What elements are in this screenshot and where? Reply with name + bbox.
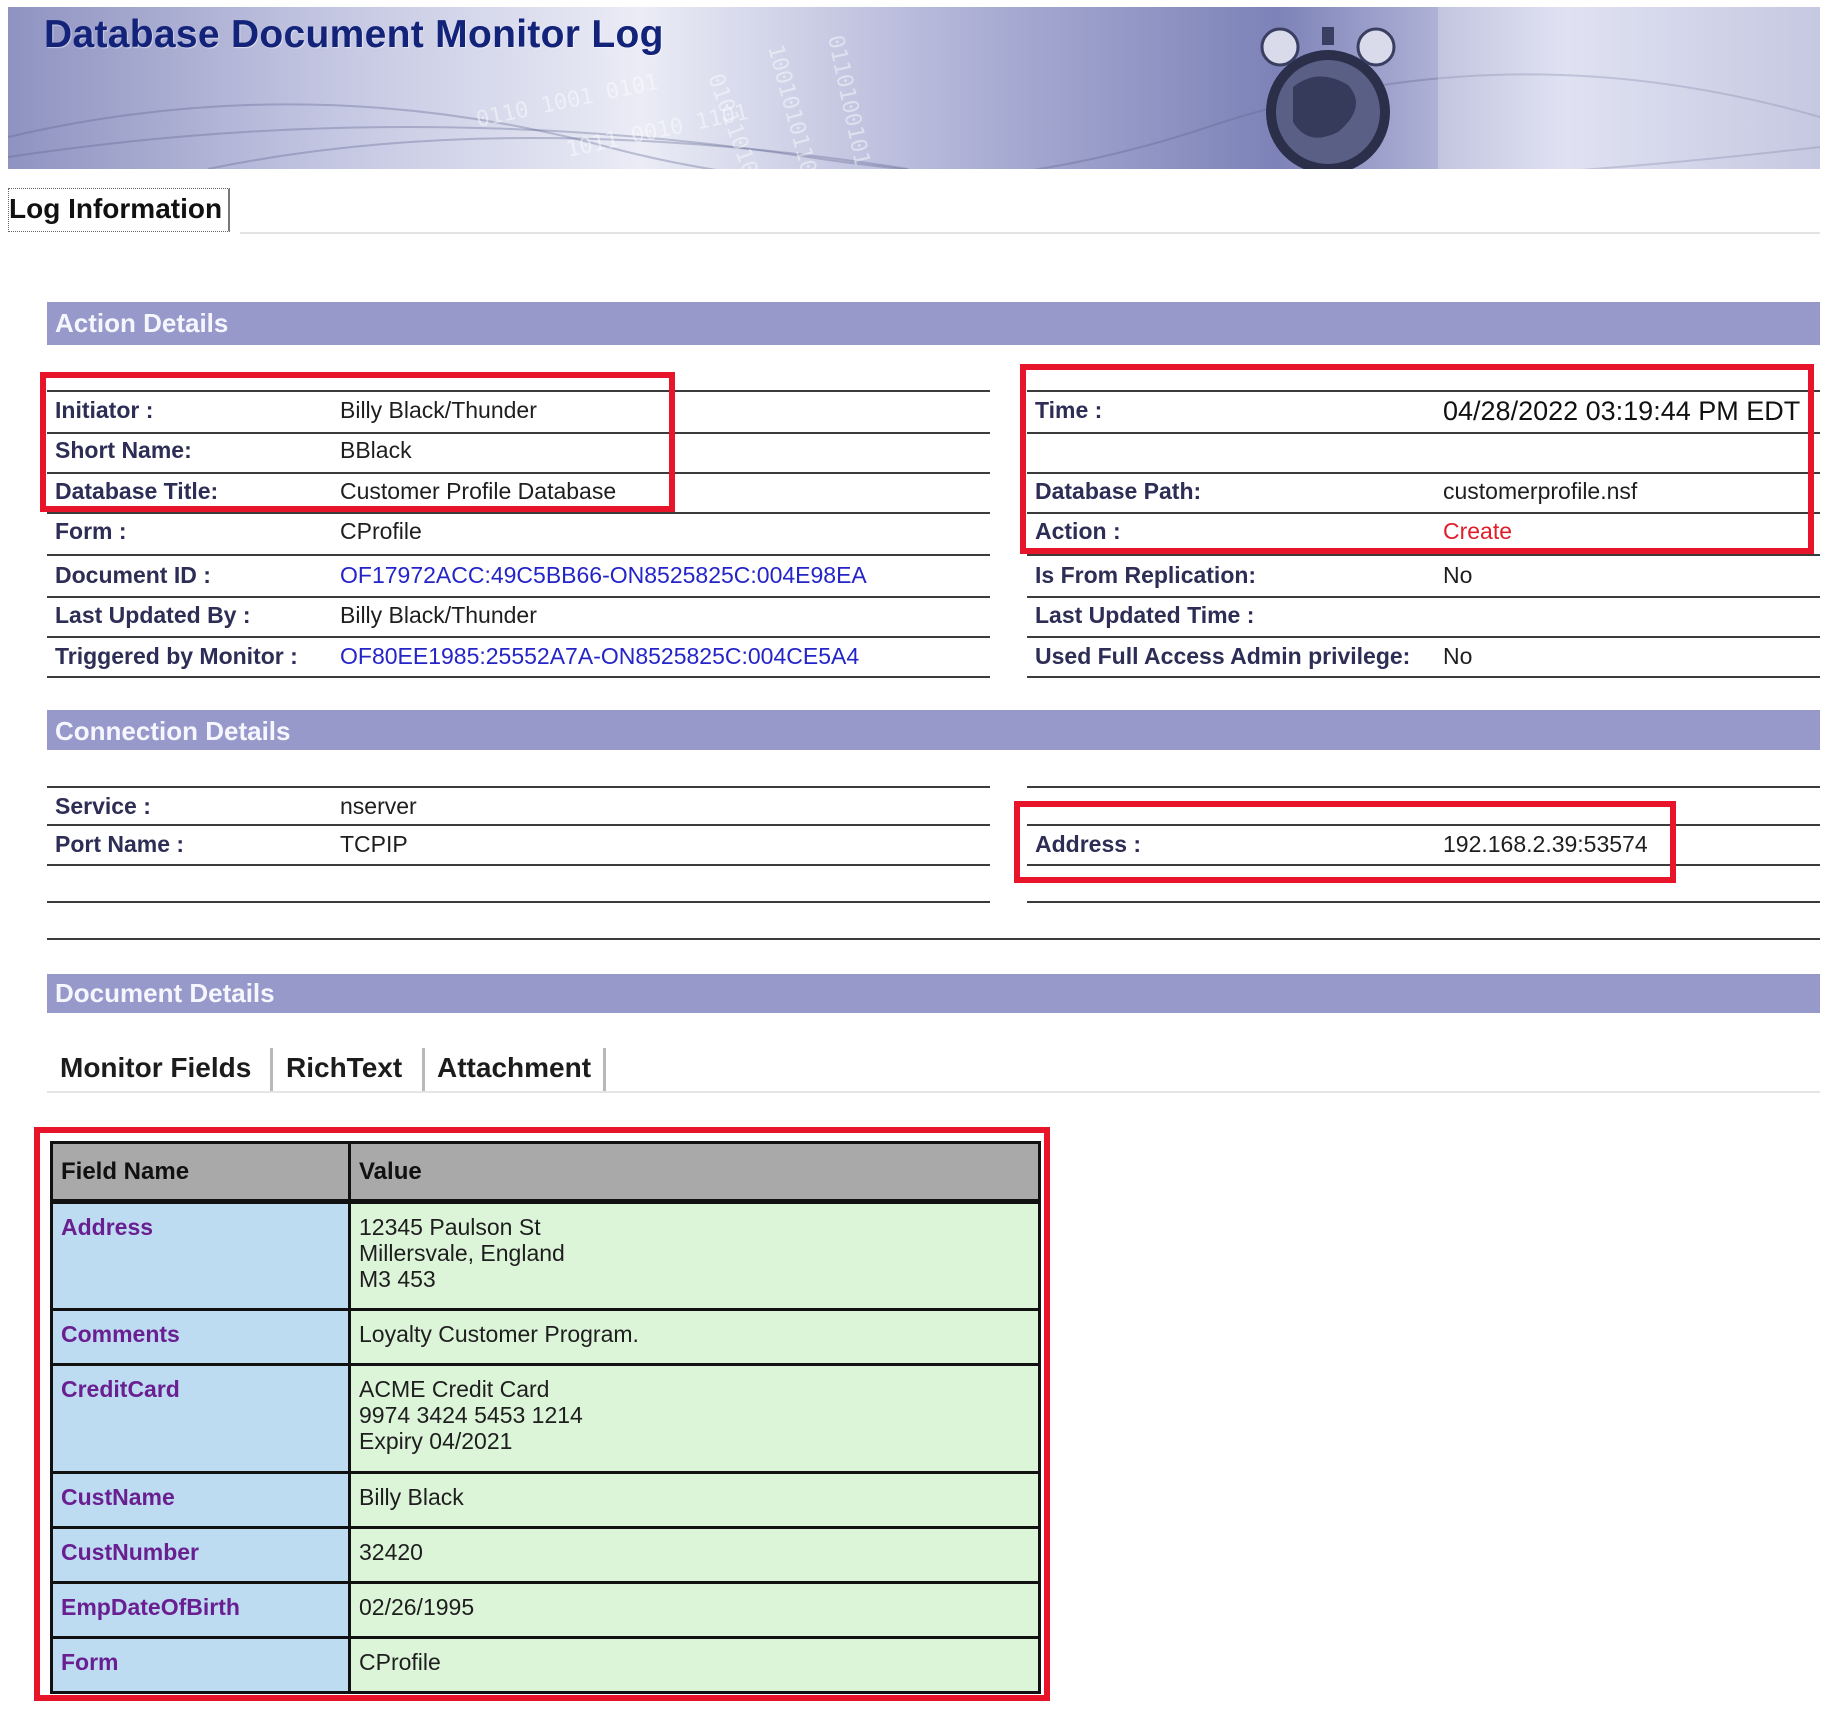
row-divider	[47, 636, 990, 638]
row-divider	[47, 824, 990, 826]
section-header-connection-details: Connection Details	[47, 710, 1820, 750]
field-label-full-access-admin: Used Full Access Admin privilege:	[1035, 643, 1411, 669]
svg-text:1001010110: 1001010110	[762, 42, 820, 169]
field-value-full-access-admin: No	[1443, 643, 1473, 669]
field-value-port-name: TCPIP	[340, 831, 408, 857]
field-label-triggered-by-monitor: Triggered by Monitor :	[55, 643, 298, 669]
field-label-form: Form :	[55, 518, 127, 544]
row-divider	[47, 512, 990, 514]
row-divider	[47, 676, 990, 678]
highlight-box-address	[1014, 801, 1676, 883]
document-id-link[interactable]: OF17972ACC:49C5BB66-ON8525825C:004E98EA	[340, 562, 867, 589]
tab-richtext[interactable]: RichText	[286, 1044, 402, 1092]
row-divider	[1027, 636, 1820, 638]
row-divider	[1027, 901, 1820, 903]
row-divider	[1027, 596, 1820, 598]
tab-strip-line	[240, 232, 1820, 234]
section-divider	[47, 938, 1820, 940]
field-value-is-from-replication: No	[1443, 562, 1473, 588]
field-label-service: Service :	[55, 793, 151, 819]
highlight-box-time-action	[1020, 364, 1814, 554]
field-label-is-from-replication: Is From Replication:	[1035, 562, 1257, 588]
field-label-document-id: Document ID :	[55, 562, 211, 588]
page-title: Database Document Monitor Log	[44, 13, 664, 56]
field-label-port-name: Port Name :	[55, 831, 185, 857]
tab-monitor-fields[interactable]: Monitor Fields	[60, 1044, 251, 1092]
row-divider	[47, 554, 990, 556]
tab-separator	[422, 1048, 425, 1092]
field-value-last-updated-by: Billy Black/Thunder	[340, 602, 537, 628]
highlight-box-monitor-table	[34, 1127, 1050, 1701]
field-label-last-updated-by: Last Updated By :	[55, 602, 251, 628]
tab-separator	[603, 1048, 606, 1092]
tab-log-information[interactable]: Log Information	[8, 188, 231, 232]
highlight-box-initiator	[40, 372, 675, 512]
field-value-form: CProfile	[340, 518, 422, 544]
row-divider	[47, 901, 990, 903]
row-divider	[1027, 786, 1820, 788]
row-divider	[1027, 676, 1820, 678]
row-divider	[47, 596, 990, 598]
clock-icon	[1260, 27, 1396, 169]
row-divider	[47, 864, 990, 866]
field-value-service: nserver	[340, 793, 417, 819]
section-header-action-details: Action Details	[47, 302, 1820, 345]
tab-strip-line	[47, 1091, 1820, 1093]
row-divider	[1027, 554, 1820, 556]
tab-separator	[270, 1048, 273, 1092]
triggered-by-monitor-link[interactable]: OF80EE1985:25552A7A-ON8525825C:004CE5A4	[340, 643, 859, 670]
tab-attachment[interactable]: Attachment	[437, 1044, 591, 1092]
banner: 0110 1001 0101 1011 0010 1101 0101101011…	[8, 7, 1820, 169]
row-divider	[47, 786, 990, 788]
svg-text:0110100101: 0110100101	[822, 33, 874, 168]
section-header-document-details: Document Details	[47, 974, 1820, 1013]
field-label-last-updated-time: Last Updated Time :	[1035, 602, 1255, 628]
